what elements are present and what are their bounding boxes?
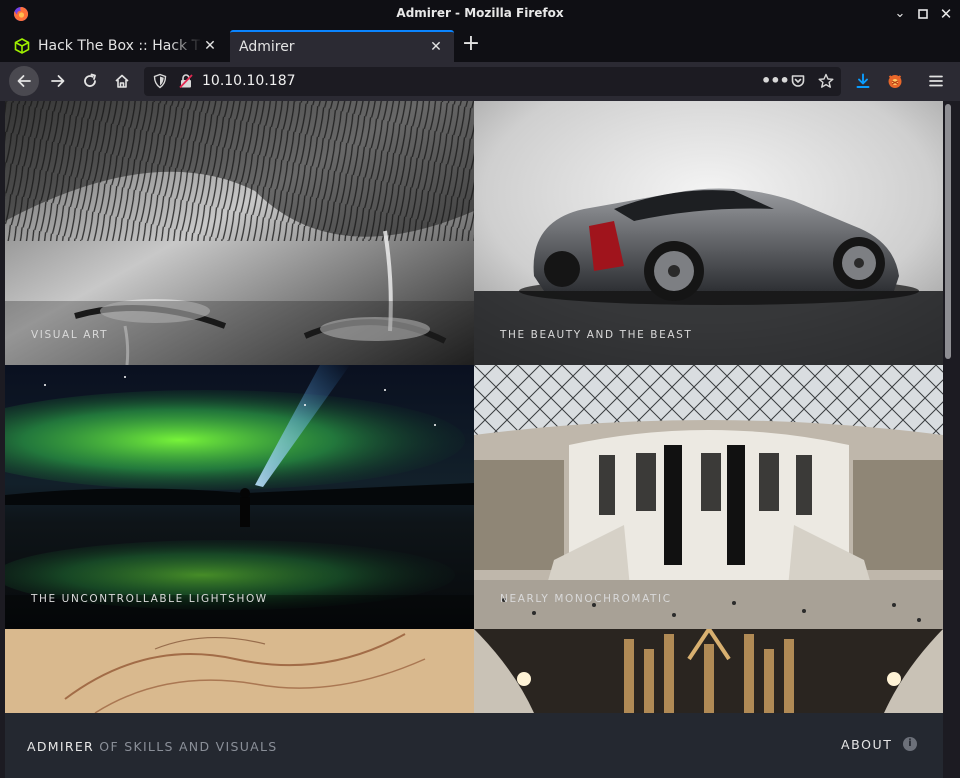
bookmark-star-icon[interactable] xyxy=(818,73,834,89)
tile-image xyxy=(5,365,474,629)
maximize-window-icon[interactable] xyxy=(914,5,932,23)
info-icon[interactable]: i xyxy=(903,737,917,751)
close-window-icon[interactable]: ✕ xyxy=(937,5,955,23)
minimize-window-icon[interactable]: ⌄ xyxy=(891,5,909,23)
brand-name: ADMIRER xyxy=(27,739,95,754)
gallery-tile-beauty-and-beast[interactable]: THE BEAUTY AND THE BEAST xyxy=(474,101,943,365)
tab-admirer[interactable]: Admirer ✕ xyxy=(230,30,454,62)
tab-label: Admirer xyxy=(239,39,295,55)
gallery-tile-organ[interactable] xyxy=(474,629,943,713)
brand-tagline: OF SKILLS AND VISUALS xyxy=(94,739,278,754)
download-arrow-icon xyxy=(856,73,870,88)
gallery-tile-sketch[interactable] xyxy=(5,629,474,713)
tile-image xyxy=(474,629,943,713)
tracking-protection-shield-icon[interactable] xyxy=(152,73,168,89)
gallery-tile-visual-art[interactable]: VISUAL ART xyxy=(5,101,474,365)
site-brand[interactable]: ADMIRER OF SKILLS AND VISUALS xyxy=(27,739,278,754)
extension-button[interactable] xyxy=(880,66,910,96)
gallery-tile-nearly-monochromatic[interactable]: NEARLY MONOCHROMATIC xyxy=(474,365,943,629)
forward-button[interactable] xyxy=(43,66,73,96)
tab-strip: Hack The Box :: Hack The Box ✕ Admirer ✕… xyxy=(0,28,960,62)
about-link[interactable]: ABOUT xyxy=(841,737,893,752)
tile-image xyxy=(474,365,943,629)
insecure-connection-lock-icon[interactable] xyxy=(178,73,194,89)
scrollbar-thumb[interactable] xyxy=(945,104,951,359)
new-tab-icon[interactable]: + xyxy=(460,33,482,56)
tab-label: Hack The Box :: Hack The Box xyxy=(38,38,202,54)
arrow-left-icon xyxy=(17,75,31,87)
close-tab-icon[interactable]: ✕ xyxy=(202,38,218,54)
close-tab-icon[interactable]: ✕ xyxy=(428,39,444,55)
hamburger-menu-icon xyxy=(929,75,943,87)
page-actions-icon[interactable]: ••• xyxy=(761,71,790,90)
tile-image xyxy=(474,101,943,365)
tile-caption: NEARLY MONOCHROMATIC xyxy=(500,593,672,605)
window-titlebar: Admirer - Mozilla Firefox ⌄ ✕ xyxy=(0,0,960,28)
url-bar[interactable]: 10.10.10.187 ••• xyxy=(144,67,841,96)
tile-caption: THE UNCONTROLLABLE LIGHTSHOW xyxy=(31,593,268,605)
window-title: Admirer - Mozilla Firefox xyxy=(396,6,564,20)
tile-image xyxy=(5,101,474,365)
navigation-toolbar: 10.10.10.187 ••• xyxy=(0,62,960,101)
hackthebox-cube-icon xyxy=(14,38,30,54)
downloads-button[interactable] xyxy=(848,66,878,96)
url-text[interactable]: 10.10.10.187 xyxy=(202,73,296,89)
extension-fox-icon xyxy=(888,75,902,88)
reload-icon xyxy=(84,73,96,87)
tile-image xyxy=(5,629,474,713)
arrow-right-icon xyxy=(51,75,65,87)
tile-caption: VISUAL ART xyxy=(31,329,109,341)
gallery-grid: VISUAL ART THE BEAUTY AND THE BEAST THE … xyxy=(5,101,943,713)
home-button[interactable] xyxy=(107,66,137,96)
site-footer: ADMIRER OF SKILLS AND VISUALS ABOUT i xyxy=(5,713,943,778)
tile-caption: THE BEAUTY AND THE BEAST xyxy=(500,329,693,341)
app-menu-button[interactable] xyxy=(921,66,951,96)
back-button[interactable] xyxy=(9,66,39,96)
pocket-icon[interactable] xyxy=(790,73,806,89)
tab-hackthebox[interactable]: Hack The Box :: Hack The Box ✕ xyxy=(6,30,228,62)
home-icon xyxy=(115,74,129,88)
gallery-tile-lightshow[interactable]: THE UNCONTROLLABLE LIGHTSHOW xyxy=(5,365,474,629)
reload-button[interactable] xyxy=(75,66,105,96)
